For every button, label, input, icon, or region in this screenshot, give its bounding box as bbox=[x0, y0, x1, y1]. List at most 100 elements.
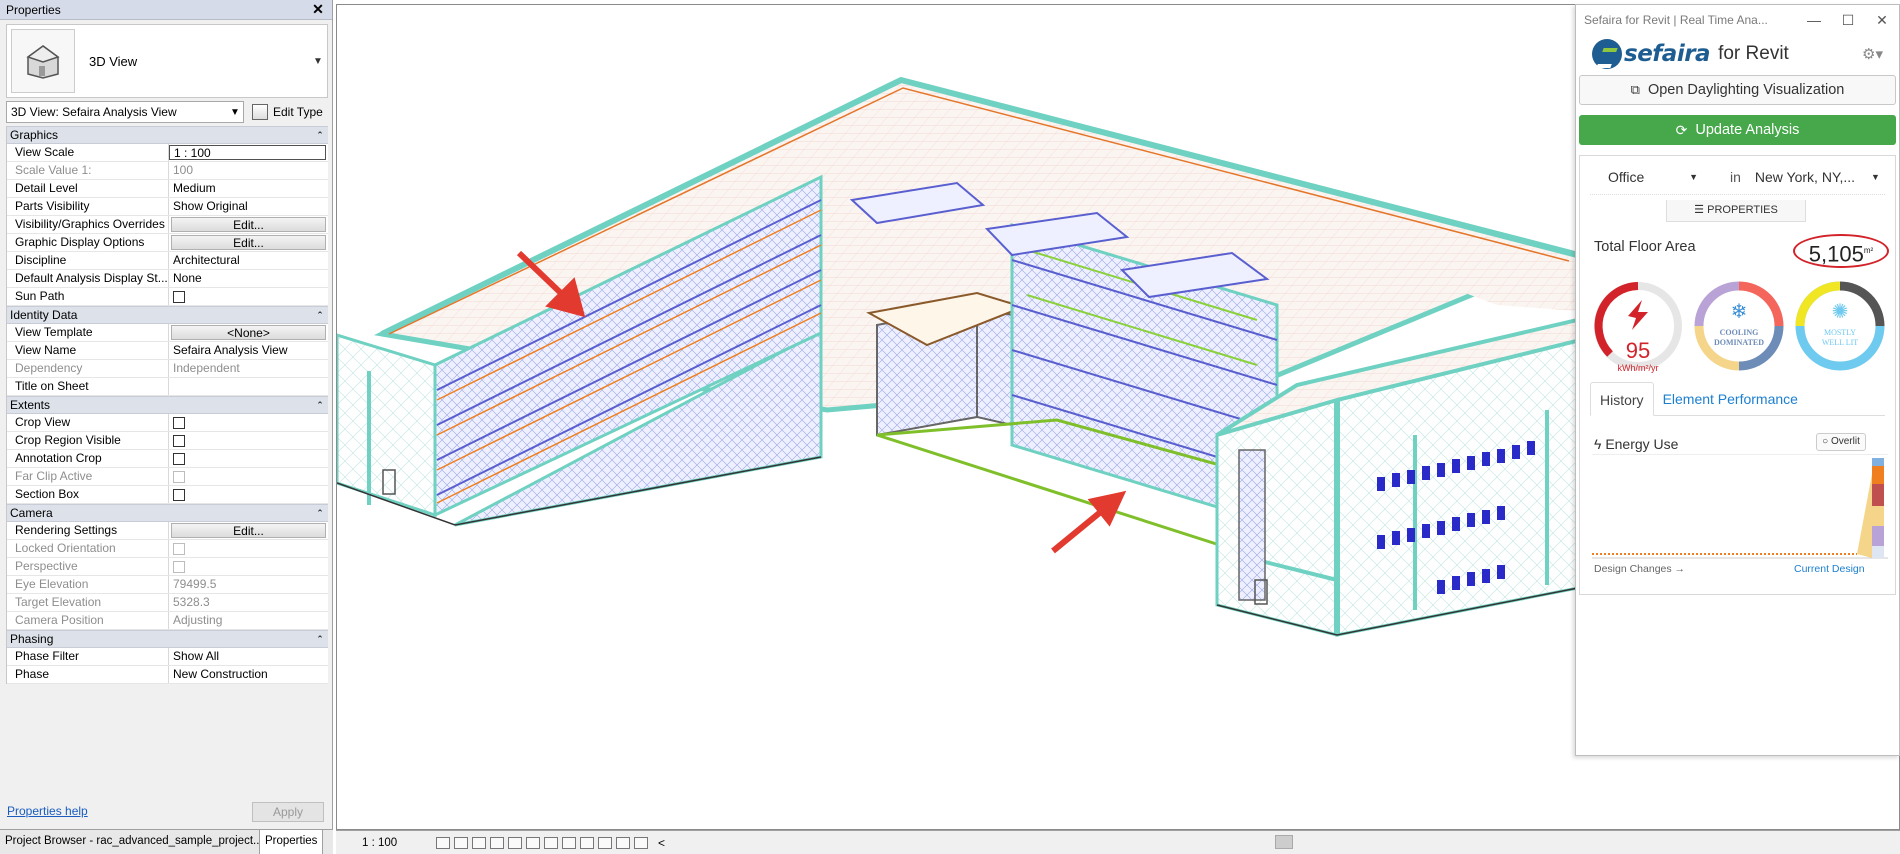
property-checkbox[interactable] bbox=[173, 417, 185, 429]
maximize-icon[interactable]: ☐ bbox=[1831, 12, 1865, 29]
in-label: in bbox=[1730, 169, 1741, 185]
analytical-model-icon[interactable] bbox=[634, 836, 648, 849]
reveal-hidden-icon[interactable] bbox=[598, 836, 612, 849]
property-checkbox-cell bbox=[169, 468, 328, 485]
property-value[interactable]: Architectural bbox=[169, 252, 328, 269]
close-icon[interactable]: ✕ bbox=[1865, 12, 1899, 29]
building-type-select[interactable]: Office ▼ bbox=[1608, 169, 1698, 185]
apply-button[interactable]: Apply bbox=[252, 802, 324, 822]
svg-text:DOMINATED: DOMINATED bbox=[1714, 338, 1764, 347]
properties-palette: Properties ✕ 3D View ▼ 3D View: Sefaira … bbox=[0, 0, 333, 854]
instance-selector-value: 3D View: Sefaira Analysis View bbox=[11, 105, 177, 119]
tab-history[interactable]: History bbox=[1590, 382, 1654, 416]
property-row: Graphic Display Options Edit... bbox=[7, 234, 328, 252]
property-row: Dependency Independent bbox=[7, 360, 328, 378]
cooling-gauge[interactable]: ❄ COOLING DOMINATED bbox=[1691, 278, 1787, 374]
overlit-toggle[interactable]: ○ Overlit bbox=[1816, 433, 1866, 451]
rendering-icon[interactable] bbox=[508, 836, 522, 849]
daylight-gauge[interactable]: ✺ MOSTLY WELL LIT bbox=[1792, 278, 1888, 374]
property-row: Default Analysis Display St... None bbox=[7, 270, 328, 288]
property-checkbox[interactable] bbox=[173, 291, 185, 303]
property-name: Phase bbox=[7, 666, 169, 683]
property-value[interactable]: Medium bbox=[169, 180, 328, 197]
property-value[interactable]: Sefaira Analysis View bbox=[169, 342, 328, 359]
shadows-icon[interactable] bbox=[490, 836, 504, 849]
instance-selector[interactable]: 3D View: Sefaira Analysis View ▼ bbox=[6, 101, 244, 123]
collapse-icon[interactable]: ⌃ bbox=[312, 130, 328, 141]
property-value[interactable]: 1 : 100 bbox=[169, 145, 326, 160]
temporary-view-icon[interactable] bbox=[616, 836, 630, 849]
property-value[interactable] bbox=[169, 378, 328, 395]
property-value[interactable]: None bbox=[169, 270, 328, 287]
property-row: Sun Path bbox=[7, 288, 328, 306]
crop-view-icon[interactable] bbox=[526, 836, 540, 849]
group-extents[interactable]: Extents ⌃ bbox=[7, 396, 328, 414]
collapse-icon[interactable]: ⌃ bbox=[312, 508, 328, 519]
group-phasing[interactable]: Phasing ⌃ bbox=[7, 630, 328, 648]
crop-region-icon[interactable] bbox=[544, 836, 558, 849]
tab-properties[interactable]: Properties bbox=[260, 830, 324, 854]
minimize-icon[interactable]: — bbox=[1797, 12, 1831, 28]
sun-path-icon[interactable] bbox=[472, 836, 486, 849]
circle-icon: ○ bbox=[1822, 436, 1829, 447]
tab-element-performance[interactable]: Element Performance bbox=[1654, 382, 1807, 415]
east-block-west-face bbox=[1215, 398, 1339, 637]
property-name: Far Clip Active bbox=[7, 468, 169, 485]
tab-project-browser[interactable]: Project Browser - rac_advanced_sample_pr… bbox=[0, 830, 260, 854]
view-scale-text[interactable]: 1 : 100 bbox=[362, 837, 422, 849]
type-selector[interactable]: 3D View ▼ bbox=[6, 24, 328, 98]
property-edit-button[interactable]: Edit... bbox=[171, 235, 326, 250]
close-icon[interactable]: ✕ bbox=[310, 1, 326, 18]
group-graphics[interactable]: Graphics ⌃ bbox=[7, 126, 328, 144]
property-value[interactable]: New Construction bbox=[169, 666, 328, 683]
property-row: Crop Region Visible bbox=[7, 432, 328, 450]
edit-type-button[interactable]: Edit Type bbox=[252, 104, 323, 120]
snowflake-icon: ❄ bbox=[1731, 301, 1748, 323]
properties-toggle[interactable]: ☰ PROPERTIES bbox=[1666, 200, 1806, 222]
visual-style-icon[interactable] bbox=[454, 836, 468, 849]
sefaira-tabs: History Element Performance bbox=[1590, 382, 1885, 416]
svg-text:WELL LIT: WELL LIT bbox=[1822, 338, 1858, 347]
property-name: Locked Orientation bbox=[7, 540, 169, 557]
property-row: Scale Value 1: 100 bbox=[7, 162, 328, 180]
update-analysis-button[interactable]: ⟳ Update Analysis bbox=[1579, 115, 1896, 145]
current-design-label[interactable]: Current Design bbox=[1794, 563, 1865, 575]
collapse-icon[interactable]: ⌃ bbox=[312, 400, 328, 411]
energy-use-heading: ϟ Energy Use bbox=[1594, 436, 1678, 452]
property-name: Discipline bbox=[7, 252, 169, 269]
property-checkbox[interactable] bbox=[173, 453, 185, 465]
detail-level-icon[interactable] bbox=[436, 836, 450, 849]
property-edit-button[interactable]: Edit... bbox=[171, 523, 326, 538]
location-select[interactable]: New York, NY,... ▼ bbox=[1755, 169, 1880, 185]
property-value[interactable]: Show All bbox=[169, 648, 328, 665]
chevron-down-icon[interactable]: ▼ bbox=[313, 56, 327, 67]
property-checkbox[interactable] bbox=[173, 489, 185, 501]
property-edit-button[interactable]: Edit... bbox=[171, 217, 326, 232]
sun-icon: ✺ bbox=[1832, 301, 1849, 323]
group-identity-data[interactable]: Identity Data ⌃ bbox=[7, 306, 328, 324]
group-camera[interactable]: Camera ⌃ bbox=[7, 504, 328, 522]
collapse-icon[interactable]: ⌃ bbox=[312, 634, 328, 645]
edit-type-label: Edit Type bbox=[273, 105, 323, 119]
property-name: Perspective bbox=[7, 558, 169, 575]
property-value[interactable]: Show Original bbox=[169, 198, 328, 215]
property-name: Title on Sheet bbox=[7, 378, 169, 395]
scroll-left-icon[interactable]: < bbox=[658, 836, 665, 850]
hide-isolate-icon[interactable] bbox=[580, 836, 594, 849]
open-daylighting-label: Open Daylighting Visualization bbox=[1647, 82, 1845, 98]
properties-title-bar: Properties ✕ bbox=[0, 0, 332, 20]
lock-3d-view-icon[interactable] bbox=[562, 836, 576, 849]
total-floor-area-label: Total Floor Area bbox=[1594, 239, 1696, 255]
open-daylighting-button[interactable]: ⧉ Open Daylighting Visualization bbox=[1579, 75, 1896, 105]
properties-help-link[interactable]: Properties help bbox=[7, 804, 88, 818]
property-edit-button[interactable]: <None> bbox=[171, 325, 326, 340]
sefaira-logo-text: sefaira bbox=[1624, 41, 1711, 67]
caret-down-icon: ▼ bbox=[1689, 172, 1698, 182]
collapse-icon[interactable]: ⌃ bbox=[312, 310, 328, 321]
property-row: Title on Sheet bbox=[7, 378, 328, 396]
caret-down-icon: ▼ bbox=[1870, 172, 1880, 182]
property-checkbox[interactable] bbox=[173, 435, 185, 447]
gear-icon[interactable]: ⚙▾ bbox=[1862, 45, 1883, 63]
horizontal-scrollbar-thumb[interactable] bbox=[1275, 835, 1293, 849]
property-row: Section Box bbox=[7, 486, 328, 504]
